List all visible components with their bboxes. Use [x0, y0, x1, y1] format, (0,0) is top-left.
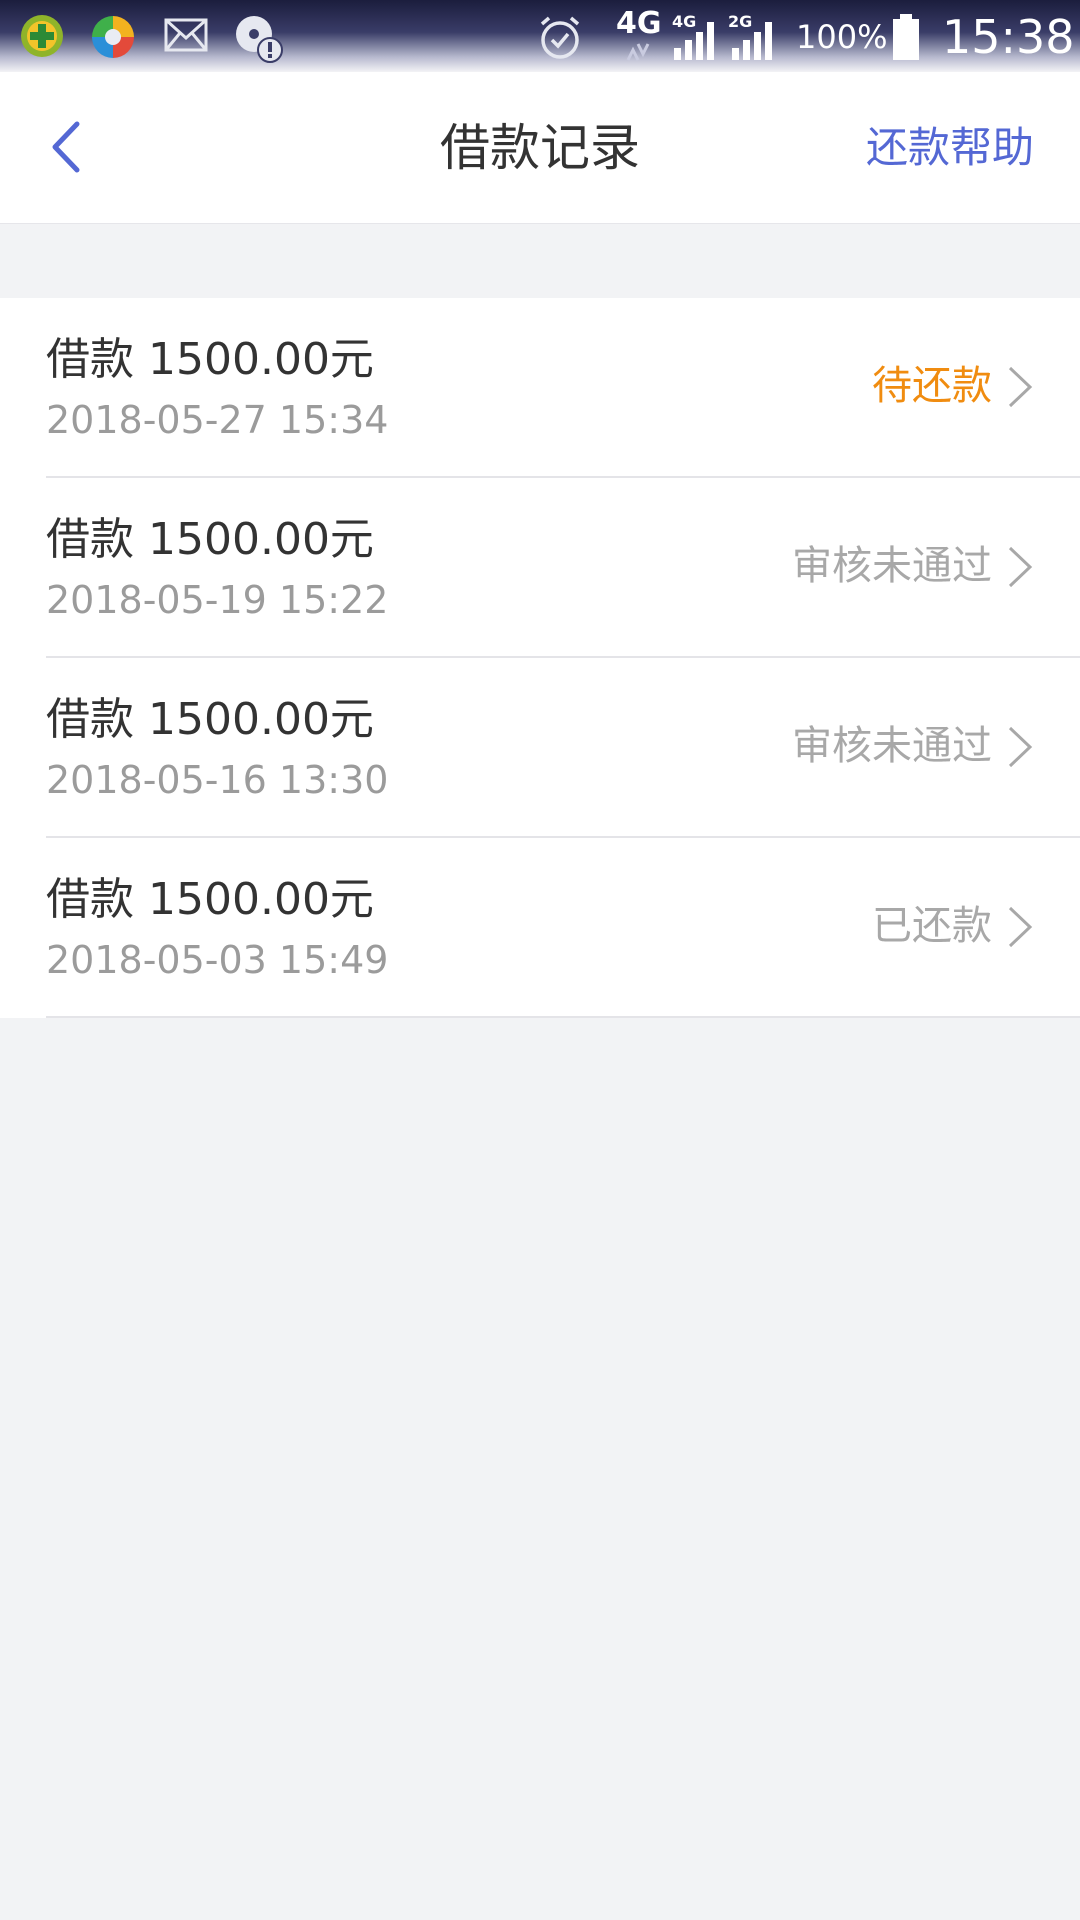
status-time: 15:38: [942, 10, 1075, 64]
360-security-icon: [21, 15, 63, 57]
loan-records-list: 借款 1500.00元 2018-05-27 15:34 待还款 借款 1500…: [0, 298, 1080, 1018]
record-amount: 借款 1500.00元: [46, 334, 374, 385]
app-header: 借款记录 还款帮助: [0, 72, 1080, 224]
record-amount: 借款 1500.00元: [46, 874, 374, 925]
network-type-label: 4G: [616, 6, 662, 41]
signal-icon: [674, 22, 714, 60]
status-badge: 待还款: [872, 363, 992, 409]
browser-icon: [92, 16, 134, 58]
record-row[interactable]: 借款 1500.00元 2018-05-16 13:30 审核未通过: [0, 658, 1080, 838]
status-badge: 已还款: [872, 903, 992, 949]
battery-percentage: 100%: [796, 18, 888, 56]
repayment-help-link[interactable]: 还款帮助: [866, 124, 1034, 172]
record-date: 2018-05-03 15:49: [46, 938, 389, 982]
chevron-right-icon: [1008, 546, 1033, 588]
data-arrows-icon: [626, 43, 650, 61]
notification-alert-icon: [236, 16, 283, 63]
record-date: 2018-05-19 15:22: [46, 578, 389, 622]
status-badge: 审核未通过: [792, 543, 992, 589]
record-amount: 借款 1500.00元: [46, 514, 374, 565]
chevron-right-icon: [1008, 906, 1033, 948]
record-amount: 借款 1500.00元: [46, 694, 374, 745]
alarm-icon: [540, 16, 580, 59]
signal-icon-2: [732, 22, 772, 60]
record-row[interactable]: 借款 1500.00元 2018-05-03 15:49 已还款: [0, 838, 1080, 1018]
record-row[interactable]: 借款 1500.00元 2018-05-19 15:22 审核未通过: [0, 478, 1080, 658]
chevron-right-icon: [1008, 726, 1033, 768]
chevron-right-icon: [1008, 366, 1033, 408]
record-date: 2018-05-16 13:30: [46, 758, 389, 802]
mail-icon: [164, 18, 208, 52]
status-bar: 4G 4G 2G 100% 15:38: [0, 0, 1080, 72]
status-badge: 审核未通过: [792, 723, 992, 769]
record-row[interactable]: 借款 1500.00元 2018-05-27 15:34 待还款: [0, 298, 1080, 478]
battery-icon: [893, 14, 919, 60]
record-date: 2018-05-27 15:34: [46, 398, 389, 442]
